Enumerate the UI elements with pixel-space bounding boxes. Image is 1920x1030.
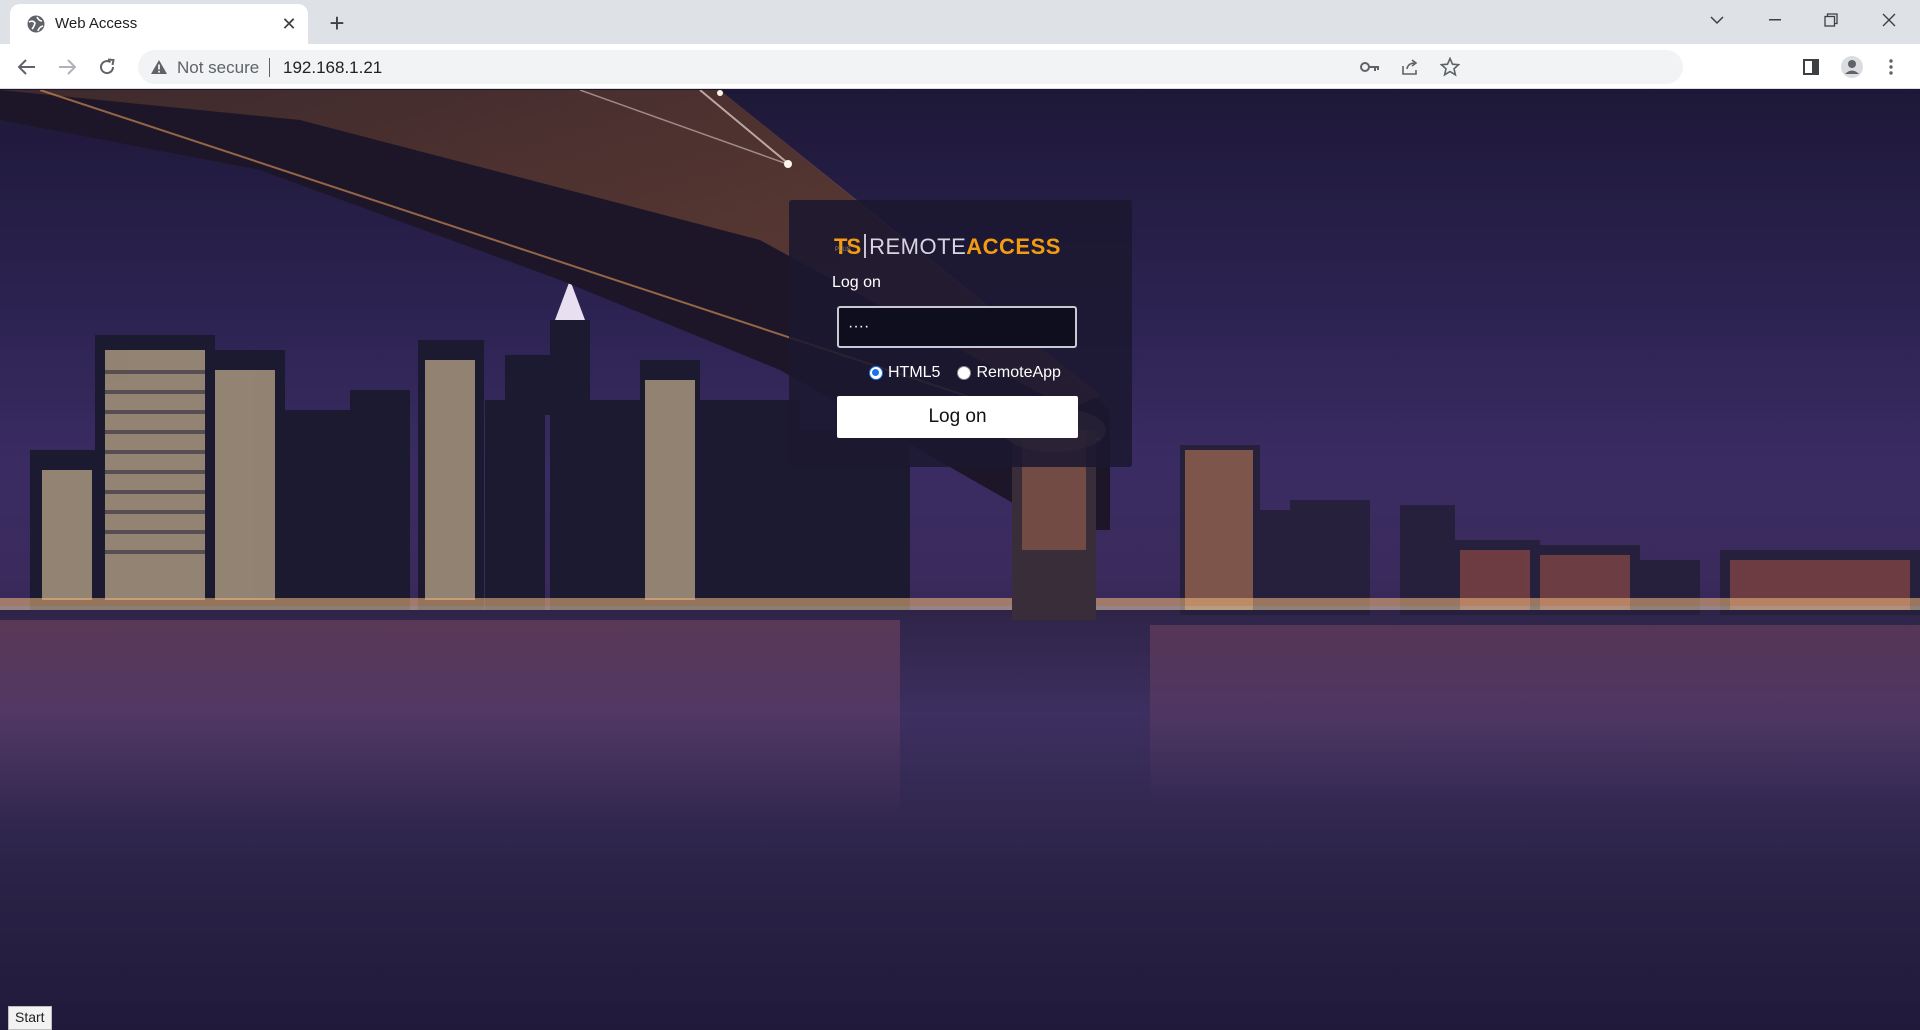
share-icon[interactable] [1399,56,1421,78]
html5-radio[interactable] [869,366,883,380]
back-arrow-icon[interactable] [12,52,42,82]
warning-triangle-icon[interactable] [150,59,168,75]
logo-divider [864,234,867,258]
chevron-down-icon[interactable] [1694,0,1740,40]
browser-tab[interactable]: Web Access ✕ [10,4,308,44]
forward-arrow-icon[interactable] [52,52,82,82]
remoteapp-option[interactable]: RemoteApp [957,364,1061,382]
html5-label: HTML5 [888,364,941,381]
password-field[interactable] [837,306,1077,348]
logo-plus: PLUS [835,247,851,253]
side-panel-icon[interactable] [1796,52,1826,82]
html5-option[interactable]: HTML5 [869,364,940,382]
restore-icon[interactable] [1808,0,1854,40]
menu-dots-icon[interactable] [1876,52,1906,82]
browser-toolbar: Not secure 192.168.1.21 [0,44,1920,89]
remoteapp-radio[interactable] [957,366,972,380]
logo-access: ACCESS [966,234,1061,259]
reload-icon[interactable] [92,52,122,82]
web-page: TS PLUS REMOTE ACCESS Log on HTML5 Remot… [0,90,1920,1030]
logo-remote: REMOTE [869,234,967,259]
url-text[interactable]: 192.168.1.21 [283,58,382,78]
start-label[interactable]: Start [8,1006,52,1030]
address-bar[interactable]: Not secure 192.168.1.21 [138,50,1683,84]
minimize-icon[interactable] [1752,0,1798,40]
close-icon[interactable]: ✕ [278,13,300,35]
tab-title: Web Access [55,15,138,32]
tsplus-remoteaccess-logo: TS PLUS REMOTE ACCESS [834,226,1061,258]
globe-icon [27,15,45,33]
client-type-options: HTML5 RemoteApp [869,362,1078,384]
login-panel: TS PLUS REMOTE ACCESS Log on HTML5 Remot… [789,200,1132,467]
profile-icon[interactable] [1837,52,1867,82]
plus-icon[interactable]: + [322,8,352,38]
login-title: Log on [832,274,881,291]
divider [269,58,270,77]
key-icon[interactable] [1359,56,1381,78]
remoteapp-label: RemoteApp [976,364,1061,381]
log-on-button[interactable]: Log on [837,396,1078,438]
security-status[interactable]: Not secure [177,58,259,78]
browser-titlebar: Web Access ✕ + [0,0,1920,44]
star-icon[interactable] [1439,56,1461,78]
close-icon[interactable] [1866,0,1912,40]
